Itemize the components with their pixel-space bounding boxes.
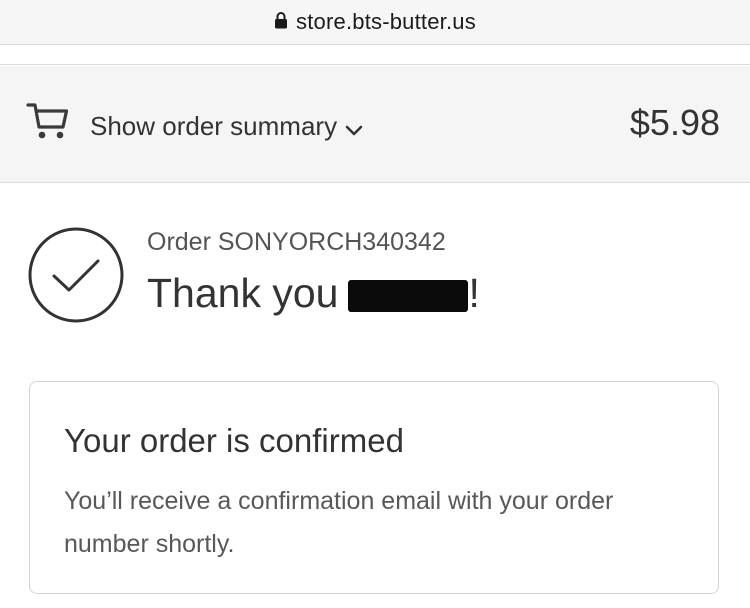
lock-icon	[274, 11, 288, 34]
confirmation-card: Your order is confirmed You’ll receive a…	[29, 381, 719, 594]
redacted-name	[348, 279, 469, 312]
card-title: Your order is confirmed	[64, 422, 404, 459]
shopping-cart-icon	[26, 99, 70, 148]
order-number: Order SONYORCH340342	[147, 228, 446, 256]
checkmark-circle-icon	[27, 226, 125, 329]
thank-you-heading: Thank you !	[147, 270, 480, 317]
chevron-down-icon	[345, 113, 363, 144]
show-order-summary-label: Show order summary	[90, 111, 338, 141]
show-order-summary-toggle[interactable]: Show order summary	[90, 109, 363, 144]
card-body: You’ll receive a confirmation email with…	[64, 487, 614, 558]
thank-you-exclamation: !	[468, 270, 480, 316]
header-divider	[0, 64, 750, 65]
order-summary-bar[interactable]: Show order summary $5.98	[0, 66, 750, 183]
url-text: store.bts-butter.us	[296, 9, 476, 34]
address-bar[interactable]: store.bts-butter.us	[0, 0, 750, 45]
thank-you-text: Thank you	[147, 270, 339, 316]
order-total: $5.98	[629, 102, 720, 143]
